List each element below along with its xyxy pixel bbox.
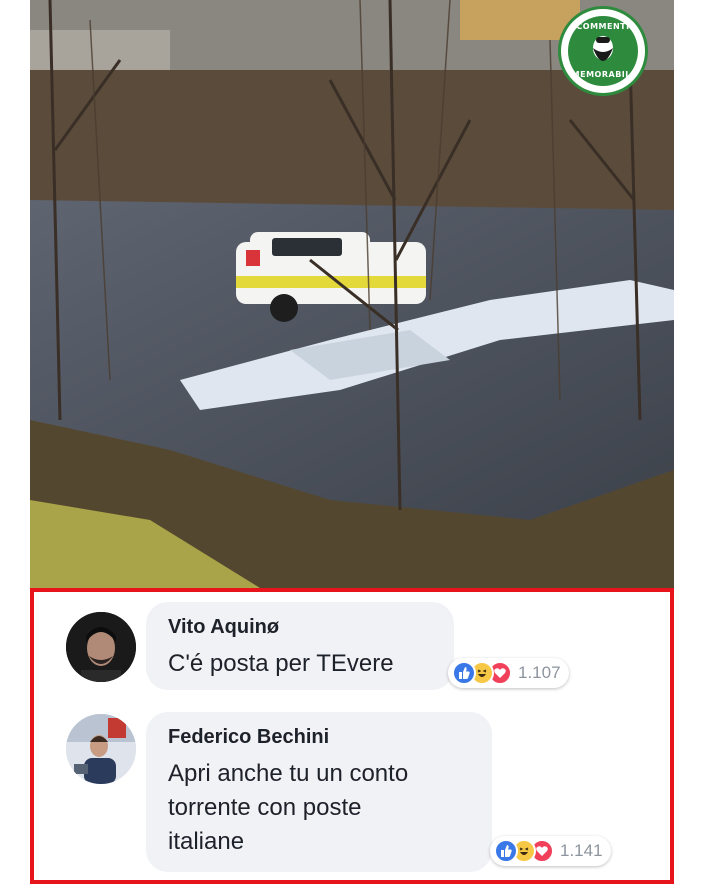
reactions-summary[interactable]: 1.141	[490, 836, 611, 866]
reaction-count: 1.107	[518, 663, 561, 682]
reactions-summary[interactable]: 1.107	[448, 658, 569, 688]
comment-author[interactable]: Federico Bechini	[168, 726, 470, 749]
comment-bubble: Federico Bechini Apri anche tu un conto …	[146, 712, 492, 872]
post-photo[interactable]: COMMENTI MEMORABILI	[30, 0, 674, 588]
comment-text-line: torrente con poste	[168, 794, 362, 821]
comments-section: Vito Aquinø C'é posta per TEvere 1.107 F…	[30, 588, 674, 884]
logo-bottom-text: MEMORABILI	[571, 70, 635, 79]
comment-author[interactable]: Vito Aquinø	[168, 616, 432, 639]
comment-text: C'é posta per TEvere	[168, 650, 394, 677]
commenti-memorabili-logo: COMMENTI MEMORABILI	[558, 6, 648, 96]
avatar[interactable]	[66, 612, 136, 682]
comment-bubble: Vito Aquinø C'é posta per TEvere	[146, 602, 454, 690]
avatar[interactable]	[66, 714, 136, 784]
comment-text-line: Apri anche tu un conto	[168, 760, 409, 787]
like-icon	[494, 839, 518, 863]
comment-text-line: italiane	[168, 828, 245, 855]
bearded-face-icon	[593, 36, 613, 61]
reaction-count: 1.141	[560, 841, 603, 860]
like-icon	[452, 661, 476, 685]
logo-top-text: COMMENTI	[576, 22, 630, 31]
